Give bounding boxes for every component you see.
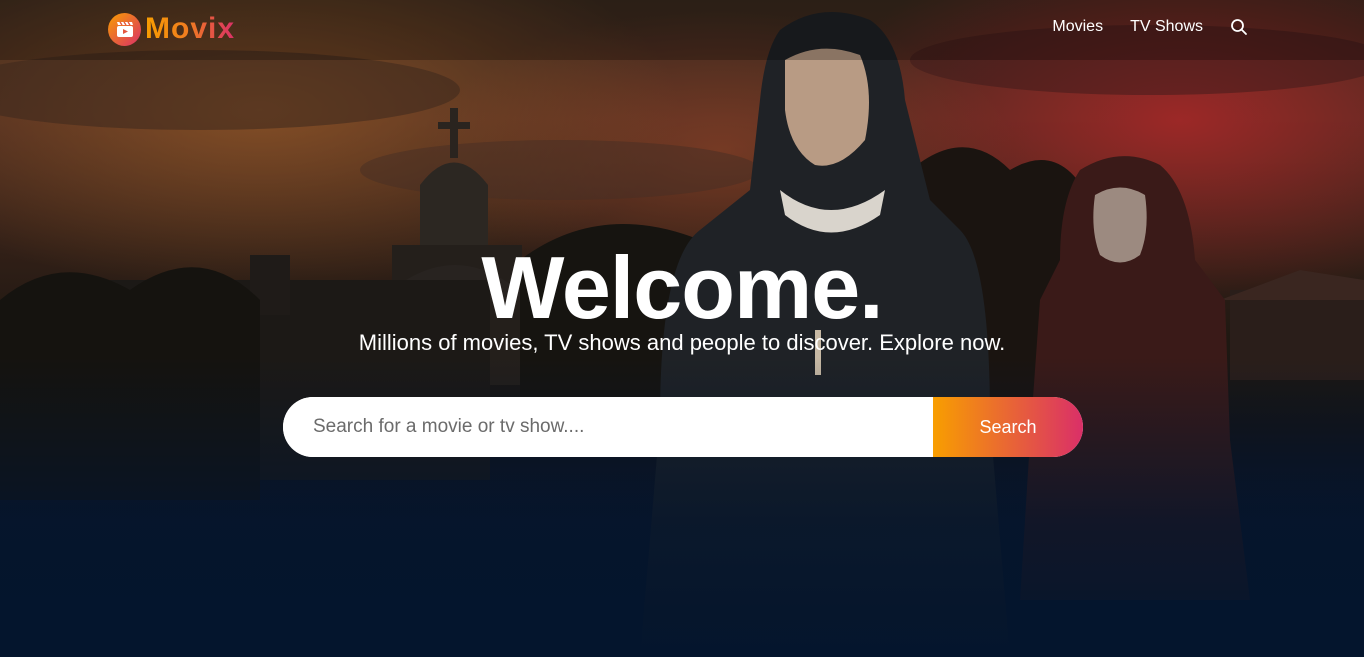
film-clapper-icon (108, 12, 141, 46)
nav-item-movies[interactable]: Movies (1052, 18, 1103, 36)
brand-name: Movix (145, 12, 236, 45)
search-bar: Search (283, 397, 1083, 457)
hero-subtitle: Millions of movies, TV shows and people … (358, 330, 1006, 355)
brand-logo[interactable]: Movix (108, 12, 235, 46)
search-input[interactable] (283, 397, 933, 457)
hero-title: Welcome. (481, 238, 883, 337)
main-nav: Movies TV Shows (1052, 18, 1248, 36)
hero-banner: Movix Movies TV Shows Welcome. Millions … (0, 0, 1364, 657)
search-icon[interactable] (1230, 18, 1248, 36)
top-navigation-bar: Movix Movies TV Shows (0, 0, 1364, 60)
hero-content: Welcome. Millions of movies, TV shows an… (0, 238, 1364, 356)
nav-item-tv-shows[interactable]: TV Shows (1130, 18, 1203, 36)
search-button[interactable]: Search (933, 397, 1083, 457)
